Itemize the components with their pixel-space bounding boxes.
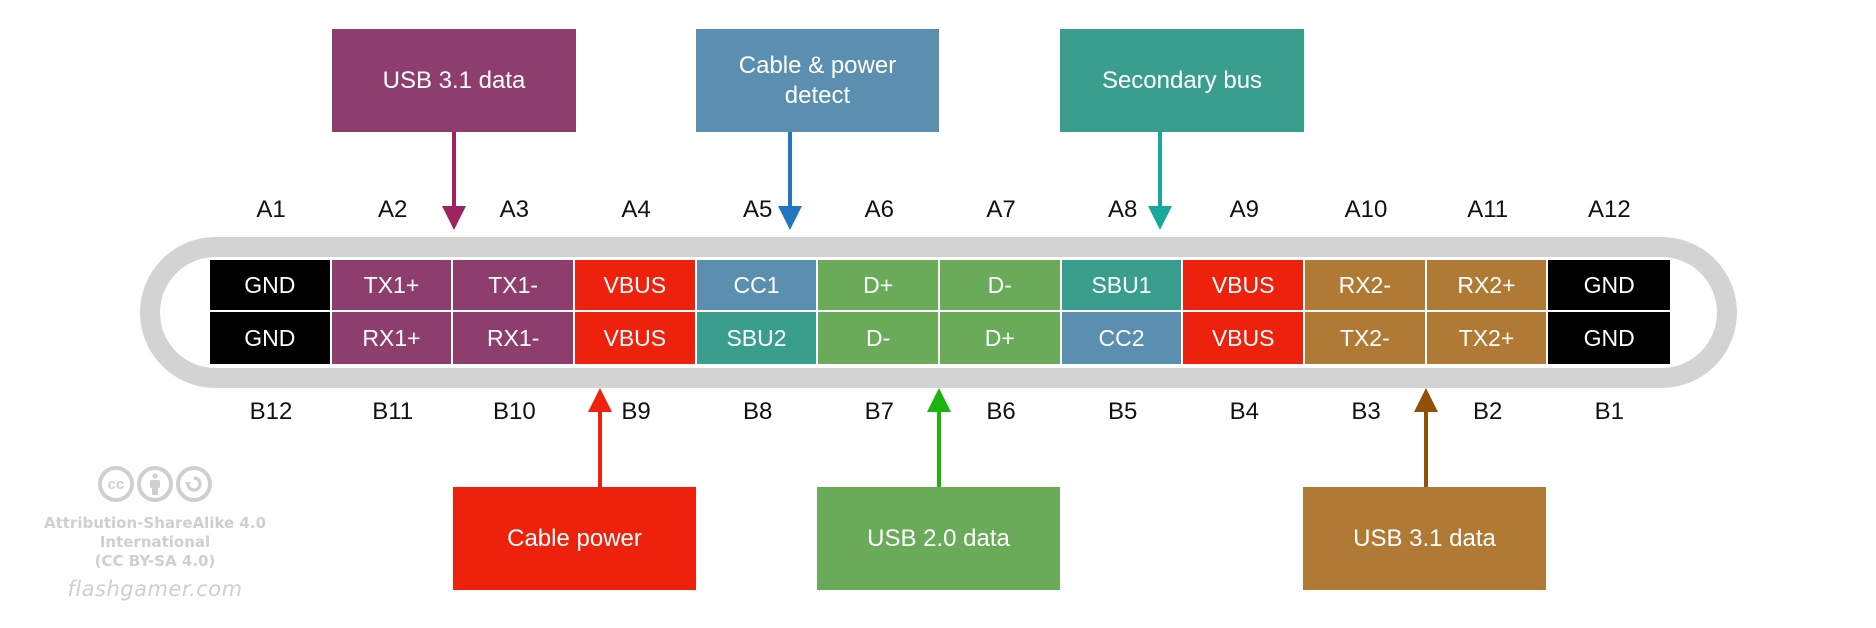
- license-name: Attribution-ShareAlike 4.0 International: [43, 514, 267, 551]
- pin-label-a7: A7: [986, 196, 1016, 223]
- pin-label-a11: A11: [1467, 196, 1509, 223]
- callout-label: USB 3.1 data: [382, 66, 526, 94]
- pin-cell-a5: CC1: [696, 260, 819, 312]
- pin-cell-a1: GND: [210, 260, 332, 312]
- share-alike-icon: [176, 466, 212, 502]
- share-alike-arrow-icon: [185, 476, 202, 492]
- pin-grid: GND TX1+ TX1- VBUS CC1 D+ D- SBU1 VBUS RX2- RX2+ GN…: [210, 260, 1670, 364]
- arrow-up-icon: [927, 388, 951, 412]
- pin-label-b12: B12: [249, 398, 293, 425]
- arrow-down-icon: [778, 206, 802, 230]
- pin-label-a2: A2: [377, 196, 408, 223]
- pin-label-b8: B8: [742, 398, 773, 425]
- pin-label-b4: B4: [1229, 398, 1259, 425]
- pin-label-b2: B2: [1472, 398, 1503, 425]
- arrow-down-icon: [1148, 206, 1172, 230]
- pin-cell-b8: SBU2: [696, 312, 819, 364]
- pin-cell-b6: D+: [939, 312, 1062, 364]
- attribution-icon: [137, 466, 173, 502]
- pin-label-b11: B11: [372, 398, 414, 425]
- callout-usb31-data-top: USB 3.1 data: [332, 29, 576, 132]
- pin-label-b1: B1: [1594, 398, 1624, 425]
- pin-cell-b12: GND: [210, 312, 332, 364]
- pin-cell-a9: VBUS: [1183, 260, 1305, 312]
- pin-label-a6: A6: [864, 196, 894, 223]
- callout-label: USB 2.0 data: [867, 524, 1010, 552]
- arrow-sbu-line: [1158, 132, 1162, 206]
- pin-cell-b2: TX2+: [1426, 312, 1549, 364]
- pin-label-a10: A10: [1344, 196, 1388, 223]
- callout-label: Cable power: [507, 524, 642, 552]
- pin-label-a12: A12: [1587, 196, 1631, 223]
- pin-label-b6: B6: [986, 398, 1016, 425]
- pin-cell-a4: VBUS: [574, 260, 697, 312]
- arrow-up-icon: [588, 388, 612, 412]
- arrow-up-icon: [1414, 388, 1438, 412]
- callout-usb20-data: USB 2.0 data: [817, 487, 1060, 590]
- arrow-usb31-bottom-line: [1424, 412, 1428, 487]
- callout-cable-power: Cable power: [453, 487, 696, 590]
- pin-cell-b3: TX2-: [1304, 312, 1427, 364]
- person-icon: [150, 473, 160, 495]
- arrow-usb31-top-line: [452, 132, 456, 206]
- arrow-down-icon: [442, 206, 466, 230]
- cc-glyph: cc: [107, 475, 125, 493]
- pin-label-a4: A4: [621, 196, 651, 223]
- callout-usb31-data-bottom: USB 3.1 data: [1303, 487, 1546, 590]
- arrow-cc-line: [788, 132, 792, 206]
- pin-cell-b7: D-: [818, 312, 940, 364]
- pin-label-a9: A9: [1229, 196, 1259, 223]
- cc-icon: cc: [98, 466, 134, 502]
- cc-icons: cc: [10, 466, 300, 502]
- arrow-cable-power-line: [598, 412, 602, 487]
- brand-link[interactable]: flashgamer.com: [10, 577, 300, 601]
- pin-label-b5: B5: [1107, 398, 1138, 425]
- pin-cell-a10: RX2-: [1304, 260, 1427, 312]
- pin-cell-a11: RX2+: [1426, 260, 1549, 312]
- pin-cell-a3: TX1-: [453, 260, 575, 312]
- pin-label-a1: A1: [256, 196, 286, 223]
- pin-label-b10: B10: [492, 398, 536, 425]
- license-short: (CC BY-SA 4.0): [94, 552, 216, 570]
- arrow-usb20-line: [937, 412, 941, 487]
- pin-label-b3: B3: [1351, 398, 1381, 425]
- callout-label: Secondary bus: [1101, 66, 1263, 94]
- callout-label: USB 3.1 data: [1353, 524, 1496, 552]
- pin-cell-b5: CC2: [1061, 312, 1184, 364]
- pin-cell-b4: VBUS: [1183, 312, 1305, 364]
- pin-cell-a2: TX1+: [331, 260, 454, 312]
- callout-cable-power-detect: Cable & power detect: [696, 29, 939, 132]
- pin-cell-b9: VBUS: [574, 312, 697, 364]
- pin-cell-a7: D-: [939, 260, 1062, 312]
- pin-cell-a12: GND: [1548, 260, 1670, 312]
- pin-cell-a6: D+: [818, 260, 940, 312]
- pin-cell-b11: RX1+: [331, 312, 454, 364]
- pin-cell-b10: RX1-: [453, 312, 575, 364]
- license-block: cc Attribution-ShareAlike 4.0 Internatio…: [10, 466, 300, 601]
- pin-label-a3: A3: [499, 196, 529, 223]
- pin-cell-b1: GND: [1548, 312, 1670, 364]
- pin-label-b7: B7: [864, 398, 894, 425]
- callout-label: Cable & power detect: [738, 51, 897, 109]
- pin-cell-a8: SBU1: [1061, 260, 1184, 312]
- callout-secondary-bus: Secondary bus: [1060, 29, 1304, 132]
